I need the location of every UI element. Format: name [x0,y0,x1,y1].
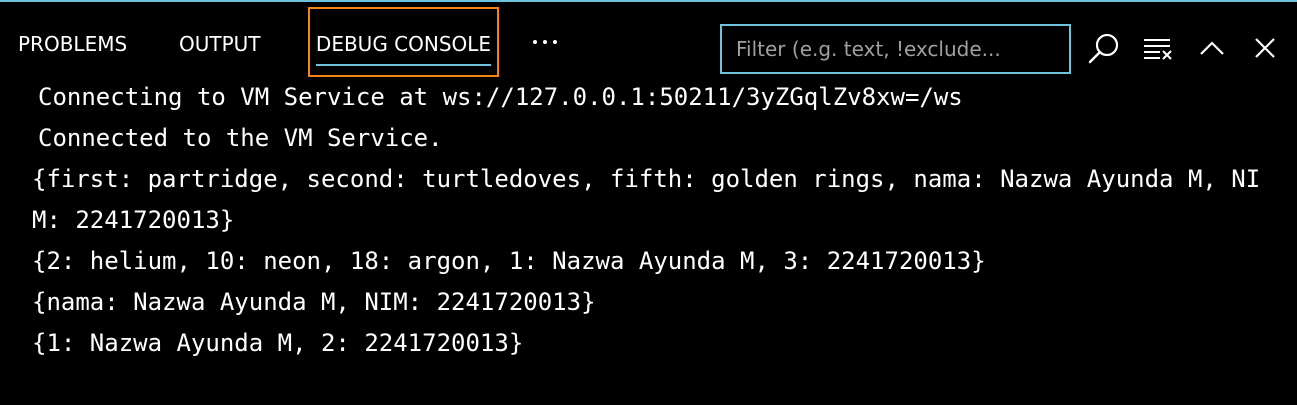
debug-console-output[interactable]: Connecting to VM Service at ws://127.0.0… [32,77,1297,364]
console-line: {first: partridge, second: turtledoves, … [32,165,1261,234]
panel-top-border [0,0,1297,2]
tab-output[interactable]: OUTPUT [179,7,261,77]
more-actions-icon[interactable] [528,27,564,57]
close-icon[interactable] [1244,29,1284,69]
chevron-up-icon[interactable] [1192,29,1232,69]
tab-debug-console-label: DEBUG CONSOLE [315,32,492,56]
console-line: {1: Nazwa Ayunda M, 2: 2241720013} [32,329,524,357]
search-icon[interactable] [1084,29,1124,69]
filter-input[interactable] [720,24,1071,74]
panel-tab-bar: PROBLEMS OUTPUT DEBUG CONSOLE [0,7,1297,77]
console-line: {nama: Nazwa Ayunda M, NIM: 2241720013} [32,288,596,316]
clear-console-icon[interactable] [1138,29,1178,69]
console-line: {2: helium, 10: neon, 18: argon, 1: Nazw… [32,247,986,275]
tab-problems[interactable]: PROBLEMS [18,7,127,77]
tab-debug-console[interactable]: DEBUG CONSOLE [308,7,499,77]
active-tab-indicator [316,64,491,66]
console-line: Connected to the VM Service. [38,124,443,152]
console-line: Connecting to VM Service at ws://127.0.0… [38,83,963,111]
